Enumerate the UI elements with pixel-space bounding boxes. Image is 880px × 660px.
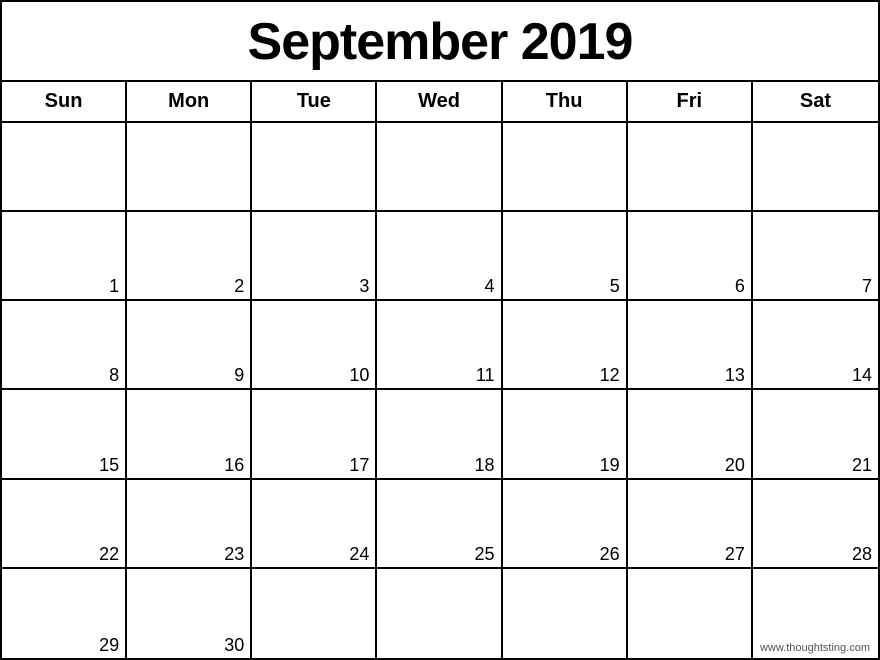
- day-fri: Fri: [628, 82, 753, 121]
- calendar: September 2019 Sun Mon Tue Wed Thu Fri S…: [0, 0, 880, 660]
- calendar-title: September 2019: [2, 2, 878, 82]
- calendar-cell: 30: [127, 569, 252, 658]
- day-number: 22: [99, 545, 119, 563]
- calendar-cell: 5: [503, 212, 628, 301]
- calendar-cell: [628, 569, 753, 658]
- day-number: 11: [476, 366, 495, 384]
- day-number: 2: [234, 277, 244, 295]
- day-tue: Tue: [252, 82, 377, 121]
- calendar-cell: 25: [377, 480, 502, 569]
- calendar-cell: 15: [2, 390, 127, 479]
- day-number: 12: [600, 366, 620, 384]
- calendar-cell: 28: [753, 480, 878, 569]
- day-number: 9: [234, 366, 244, 384]
- day-number: 23: [224, 545, 244, 563]
- day-number: 6: [735, 277, 745, 295]
- calendar-cell: 29: [2, 569, 127, 658]
- day-thu: Thu: [503, 82, 628, 121]
- day-mon: Mon: [127, 82, 252, 121]
- calendar-cell: [2, 123, 127, 212]
- calendar-cell: 22: [2, 480, 127, 569]
- calendar-cell: 16: [127, 390, 252, 479]
- day-number: 1: [109, 277, 119, 295]
- calendar-cell: 7: [753, 212, 878, 301]
- calendar-cell: 26: [503, 480, 628, 569]
- calendar-cell: 17: [252, 390, 377, 479]
- calendar-cell: [503, 569, 628, 658]
- calendar-cell: 12: [503, 301, 628, 390]
- calendar-cell: [127, 123, 252, 212]
- calendar-cell: [377, 123, 502, 212]
- day-number: 25: [475, 545, 495, 563]
- day-wed: Wed: [377, 82, 502, 121]
- day-number: 4: [485, 277, 495, 295]
- calendar-cell: 9: [127, 301, 252, 390]
- calendar-cell: 14: [753, 301, 878, 390]
- calendar-cell: [753, 123, 878, 212]
- day-number: 27: [725, 545, 745, 563]
- calendar-cell: 19: [503, 390, 628, 479]
- day-number: 17: [349, 456, 369, 474]
- calendar-cell: 21: [753, 390, 878, 479]
- calendar-cell: 23: [127, 480, 252, 569]
- day-number: 10: [349, 366, 369, 384]
- day-number: 20: [725, 456, 745, 474]
- day-sat: Sat: [753, 82, 878, 121]
- day-number: 3: [359, 277, 369, 295]
- calendar-cell: 8: [2, 301, 127, 390]
- day-number: 16: [224, 456, 244, 474]
- day-number: 30: [224, 636, 244, 654]
- day-number: 7: [862, 277, 872, 295]
- day-number: 14: [852, 366, 872, 384]
- day-number: 26: [600, 545, 620, 563]
- day-number: 21: [852, 456, 872, 474]
- day-sun: Sun: [2, 82, 127, 121]
- calendar-cell: [252, 569, 377, 658]
- calendar-cell: 24: [252, 480, 377, 569]
- calendar-cell: 20: [628, 390, 753, 479]
- day-number: 18: [475, 456, 495, 474]
- calendar-header: Sun Mon Tue Wed Thu Fri Sat: [2, 82, 878, 123]
- calendar-cell: 10: [252, 301, 377, 390]
- calendar-cell: 3: [252, 212, 377, 301]
- calendar-cell: [503, 123, 628, 212]
- day-number: 28: [852, 545, 872, 563]
- calendar-cell: 13: [628, 301, 753, 390]
- day-number: 15: [99, 456, 119, 474]
- calendar-grid: 1234567891011121314151617181920212223242…: [2, 123, 878, 658]
- calendar-cell: 11: [377, 301, 502, 390]
- day-number: 13: [725, 366, 745, 384]
- calendar-cell: [377, 569, 502, 658]
- calendar-cell: 1: [2, 212, 127, 301]
- calendar-cell: 4: [377, 212, 502, 301]
- calendar-cell: 2: [127, 212, 252, 301]
- calendar-cell: [252, 123, 377, 212]
- calendar-cell: 27: [628, 480, 753, 569]
- day-number: 8: [109, 366, 119, 384]
- calendar-cell: 6: [628, 212, 753, 301]
- calendar-cell: [628, 123, 753, 212]
- day-number: 19: [600, 456, 620, 474]
- day-number: 24: [349, 545, 369, 563]
- day-number: 29: [99, 636, 119, 654]
- calendar-cell: 18: [377, 390, 502, 479]
- day-number: 5: [610, 277, 620, 295]
- watermark: www.thoughtsting.com: [760, 642, 870, 654]
